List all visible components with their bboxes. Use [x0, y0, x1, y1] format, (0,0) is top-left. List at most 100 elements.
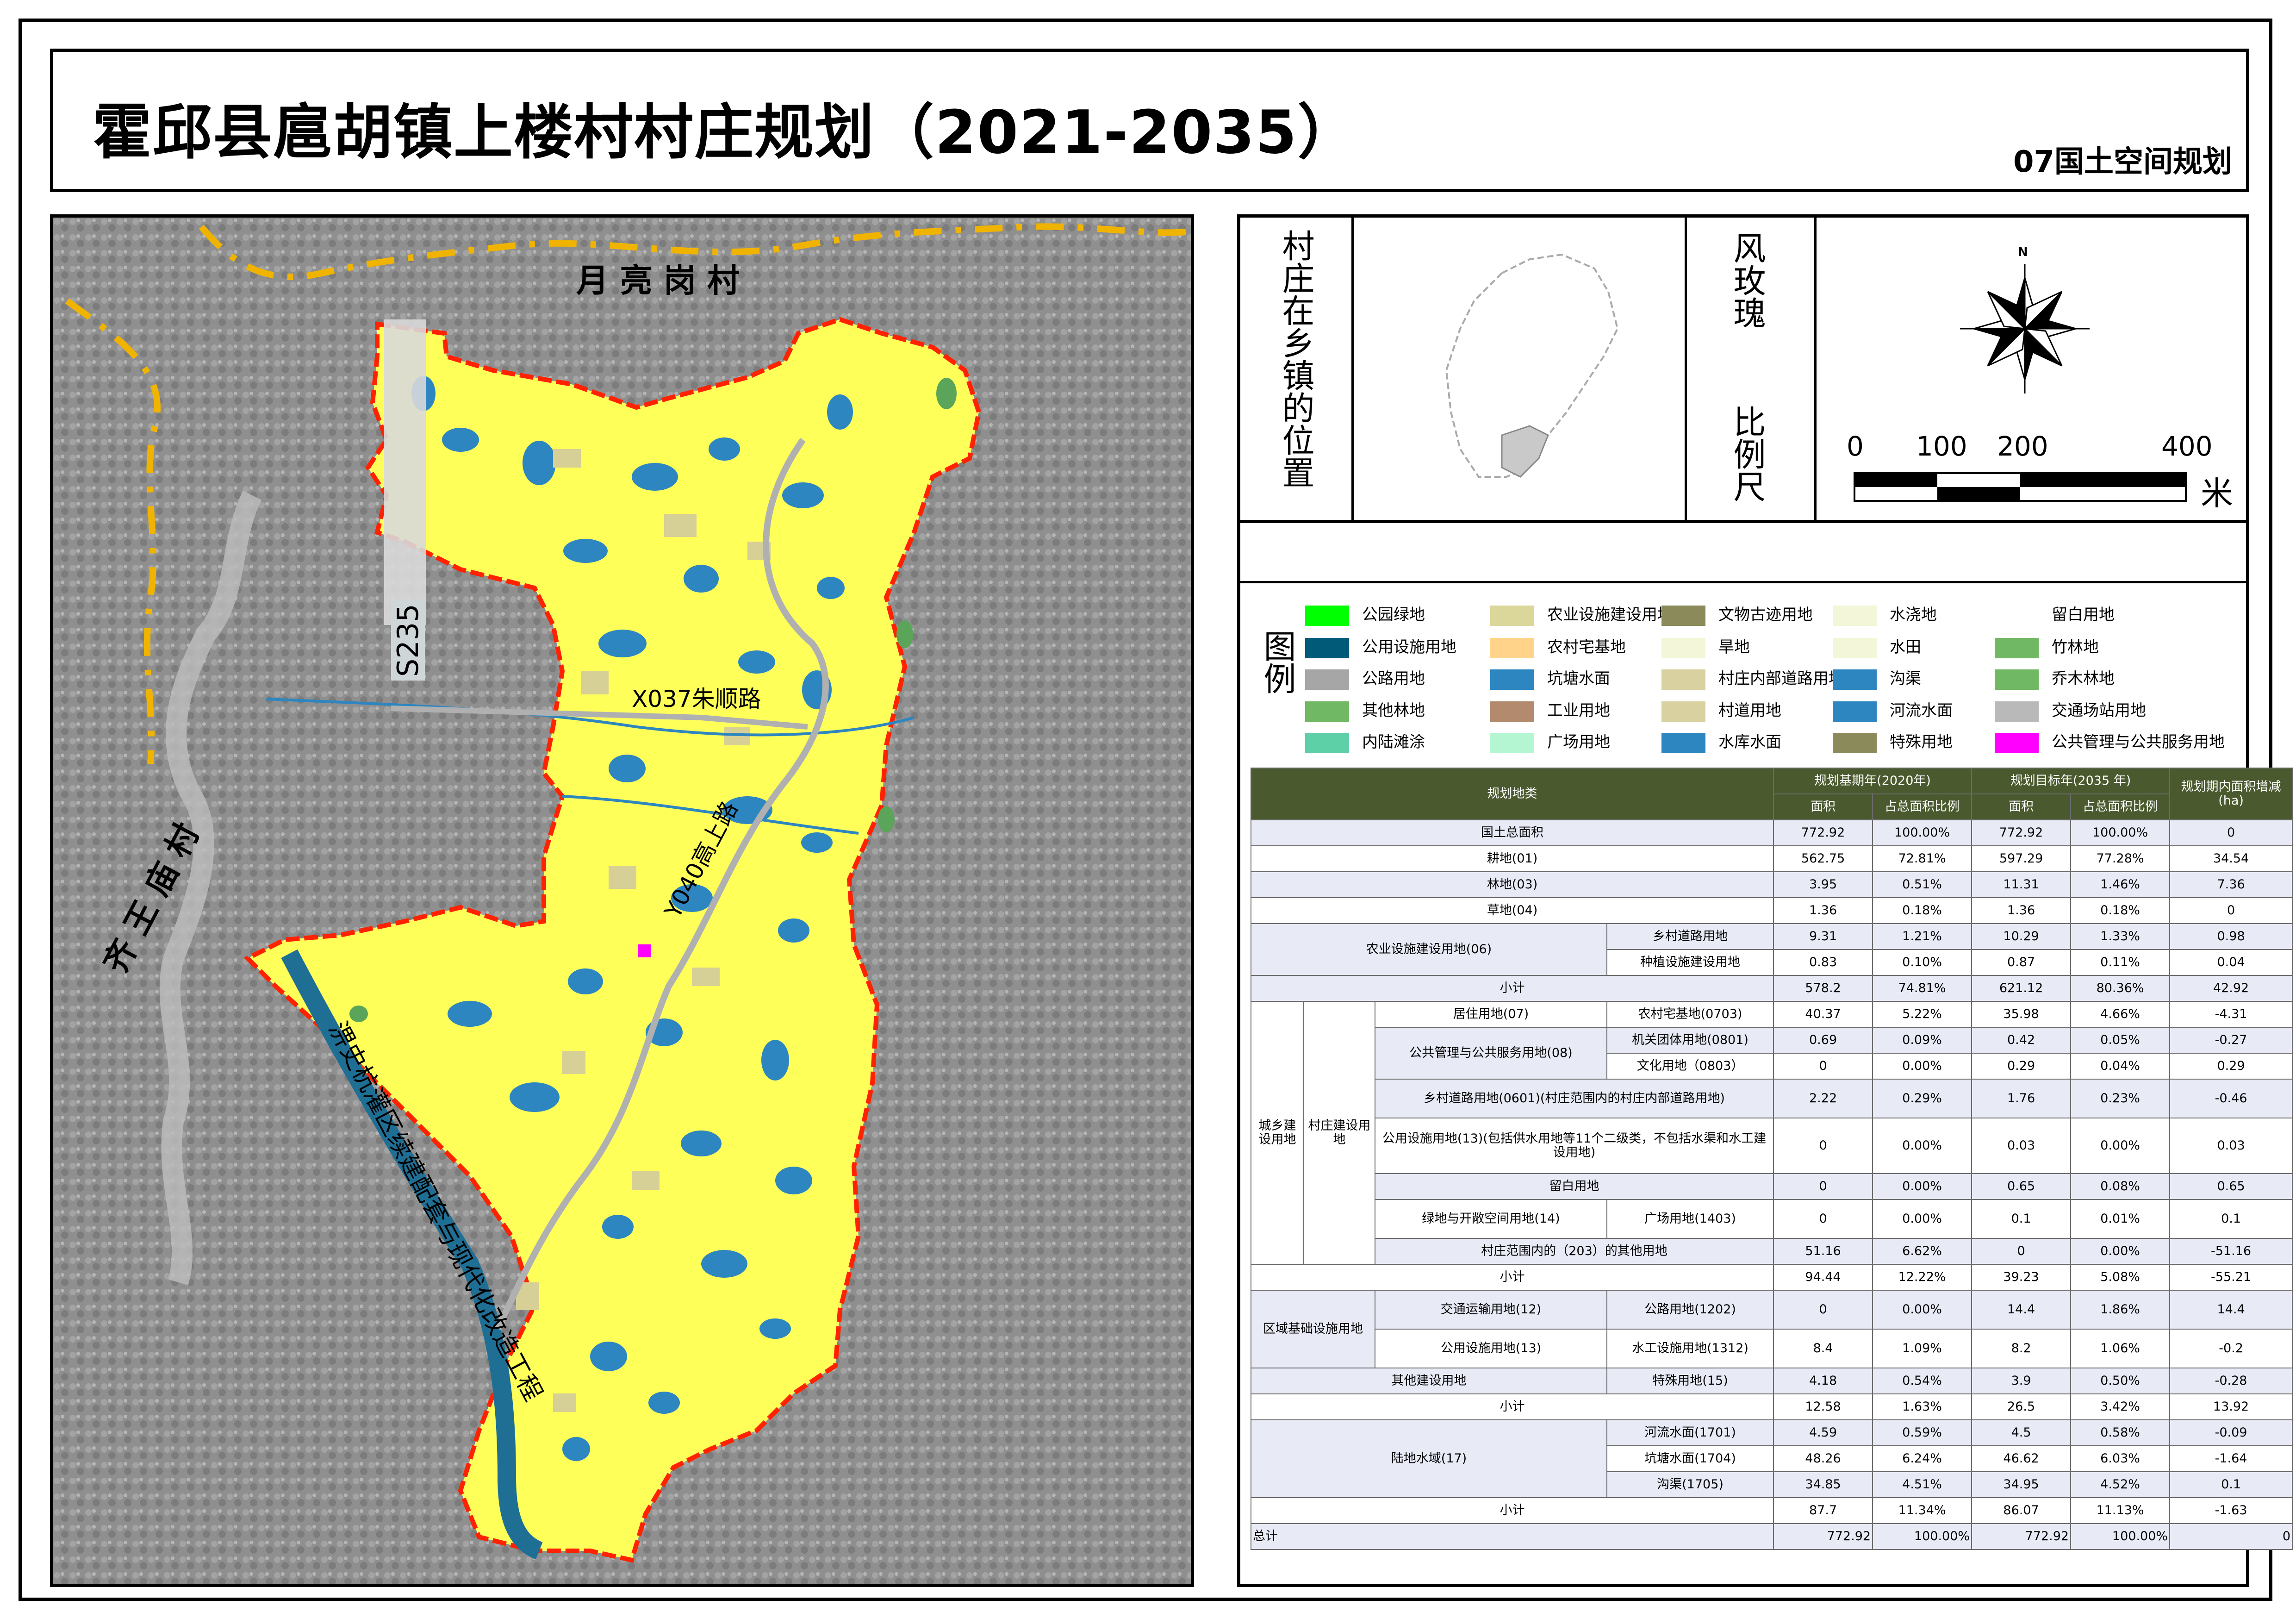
- table-row: 村庄范围内的（203）的其他用地 51.16 6.62% 0 0.00% -51.16: [1251, 1238, 2293, 1265]
- legend-swatch: [1995, 669, 2039, 690]
- category-cell: 公用设施用地(13)(包括供水用地等11个二级类，不包括水渠和水工建设用地): [1374, 1118, 1774, 1174]
- value-cell: 3.9: [1971, 1368, 2072, 1394]
- value-cell: 0.58%: [2070, 1419, 2171, 1446]
- value-cell: 3.95: [1773, 871, 1873, 898]
- legend-swatch: [1490, 605, 1534, 626]
- township-locator-map: [1445, 253, 1619, 478]
- legend-item: 旱地: [1661, 634, 1750, 658]
- value-cell: 0: [1773, 1118, 1873, 1174]
- category-cell: 农村宅基地(0703): [1606, 1001, 1774, 1028]
- legend-swatch: [1995, 606, 2039, 626]
- category-cell: 机关团体用地(0801): [1606, 1027, 1774, 1054]
- legend-item: 竹林地: [1995, 634, 2099, 658]
- map-panel[interactable]: 月 亮 岗 村 齐 王 庙 村 S235 X037朱顺路 Y040高上路 淠史杭…: [50, 214, 1194, 1587]
- category-cell: 公路用地(1202): [1606, 1290, 1774, 1330]
- legend-label: 坑塘水面: [1547, 669, 1610, 688]
- land-use-map: [53, 218, 1191, 1584]
- legend-item: 文物古迹用地: [1661, 602, 1813, 626]
- value-cell: 39.23: [1971, 1264, 2072, 1291]
- value-cell: 4.52%: [2070, 1471, 2171, 1498]
- value-cell: 0.29: [1971, 1053, 2072, 1080]
- value-cell: -1.63: [2169, 1497, 2293, 1524]
- value-cell: 34.54: [2169, 845, 2293, 872]
- value-cell: 1.06%: [2070, 1329, 2171, 1368]
- rose-panel-title: 风玫瑰: [1728, 231, 1766, 329]
- legend-swatch: [1995, 637, 2039, 658]
- legend-label: 内陆滩涂: [1362, 733, 1425, 751]
- value-cell: 8.4: [1773, 1329, 1873, 1368]
- header-area-target: 面积: [1971, 793, 2072, 820]
- scale-tick-400: 400: [2161, 431, 2213, 462]
- legend-swatch: [1995, 701, 2039, 722]
- legend-swatch: [1305, 637, 1349, 658]
- group-cell: 农业设施建设用地(06): [1251, 923, 1607, 976]
- header-change: 规划期内面积增减(ha): [2169, 768, 2293, 820]
- table-row: 小计 578.2 74.81% 621.12 80.36% 42.92: [1250, 975, 2293, 1002]
- value-cell: 1.33%: [2070, 923, 2171, 950]
- category-cell: 乡村道路用地(0601)(村庄范围内的村庄内部道路用地): [1374, 1079, 1774, 1118]
- value-cell: 42.92: [2169, 975, 2293, 1002]
- value-cell: 46.62: [1971, 1445, 2072, 1472]
- legend-label: 村道用地: [1718, 701, 1781, 720]
- legend-label: 广场用地: [1547, 733, 1610, 751]
- blank-row: [1240, 523, 2246, 583]
- legend-swatch: [1661, 701, 1705, 722]
- group-cell: 陆地水域(17): [1251, 1419, 1607, 1498]
- value-cell: 80.36%: [2070, 975, 2171, 1002]
- legend-item: 留白用地: [1995, 602, 2115, 626]
- table-row: 小计 94.44 12.22% 39.23 5.08% -55.21: [1250, 1264, 2293, 1291]
- value-cell: 2.22: [1773, 1079, 1873, 1118]
- value-cell: 0.00%: [2070, 1238, 2171, 1265]
- value-cell: 100.00%: [1872, 1523, 1972, 1550]
- group-cell: 居住用地(07): [1375, 1001, 1607, 1028]
- value-cell: 0.1: [1971, 1199, 2072, 1239]
- value-cell: 72.81%: [1872, 845, 1972, 872]
- value-cell: 40.37: [1773, 1001, 1873, 1028]
- legend-swatch: [1490, 732, 1534, 753]
- legend-item: 其他林地: [1305, 698, 1425, 722]
- value-cell: 0.51%: [1872, 871, 1972, 898]
- value-cell: 0.11%: [2070, 949, 2171, 976]
- header-target-year: 规划目标年(2035 年): [1971, 768, 2171, 794]
- group-cell: 区域基础设施用地: [1251, 1290, 1375, 1368]
- value-cell: 0: [1773, 1199, 1873, 1239]
- value-cell: 8.2: [1971, 1329, 2072, 1368]
- legend-label: 工业用地: [1547, 701, 1610, 720]
- value-cell: 0.69: [1773, 1027, 1873, 1054]
- value-cell: 772.92: [1773, 819, 1873, 846]
- value-cell: 0.00%: [2070, 1118, 2171, 1174]
- legend-item: 坑塘水面: [1490, 666, 1610, 690]
- legend-item: 内陆滩涂: [1305, 729, 1425, 753]
- location-panel-title: 村庄在乡镇的位置: [1277, 229, 1315, 488]
- value-cell: 0.00%: [1872, 1290, 1972, 1330]
- wind-rose-icon: [1960, 264, 2090, 394]
- value-cell: 6.62%: [1872, 1238, 1972, 1265]
- value-cell: 0.04: [2169, 949, 2293, 976]
- value-cell: 77.28%: [2070, 845, 2171, 872]
- value-cell: 13.92: [2169, 1393, 2293, 1420]
- value-cell: 11.31: [1971, 871, 2072, 898]
- value-cell: 4.51%: [1872, 1471, 1972, 1498]
- header-area-base: 面积: [1773, 793, 1873, 820]
- value-cell: 0.83: [1773, 949, 1873, 976]
- category-cell: 坑塘水面(1704): [1606, 1445, 1774, 1472]
- group-cell: 交通运输用地(12): [1375, 1290, 1607, 1330]
- table-row: 总计 772.92 100.00% 772.92 100.00% 0: [1250, 1523, 2293, 1550]
- legend-label: 水浇地: [1890, 606, 1937, 624]
- value-cell: 1.36: [1773, 897, 1873, 924]
- table-row: 陆地水域(17) 河流水面(1701) 4.59 0.59% 4.5 0.58% -0.09: [1251, 1419, 2293, 1498]
- table-row: 小计 12.58 1.63% 26.5 3.42% 13.92: [1250, 1393, 2293, 1420]
- value-cell: 0.54%: [1872, 1368, 1972, 1394]
- table-row: 公共管理与公共服务用地(08) 机关团体用地(0801) 0.69 0.09% 0.42…: [1251, 1027, 2293, 1080]
- value-cell: 1.09%: [1872, 1329, 1972, 1368]
- table-row: 留白用地 0 0.00% 0.65 0.08% 0.65: [1251, 1173, 2293, 1200]
- category-cell: 总计: [1250, 1523, 1774, 1550]
- legend-item: 河流水面: [1833, 698, 1953, 722]
- value-cell: 0.98: [2169, 923, 2293, 950]
- value-cell: -55.21: [2169, 1264, 2293, 1291]
- value-cell: 0: [1773, 1173, 1873, 1200]
- category-cell: 沟渠(1705): [1606, 1471, 1774, 1498]
- legend-item: 水库水面: [1661, 729, 1781, 753]
- value-cell: -0.09: [2169, 1419, 2293, 1446]
- value-cell: 1.76: [1971, 1079, 2072, 1118]
